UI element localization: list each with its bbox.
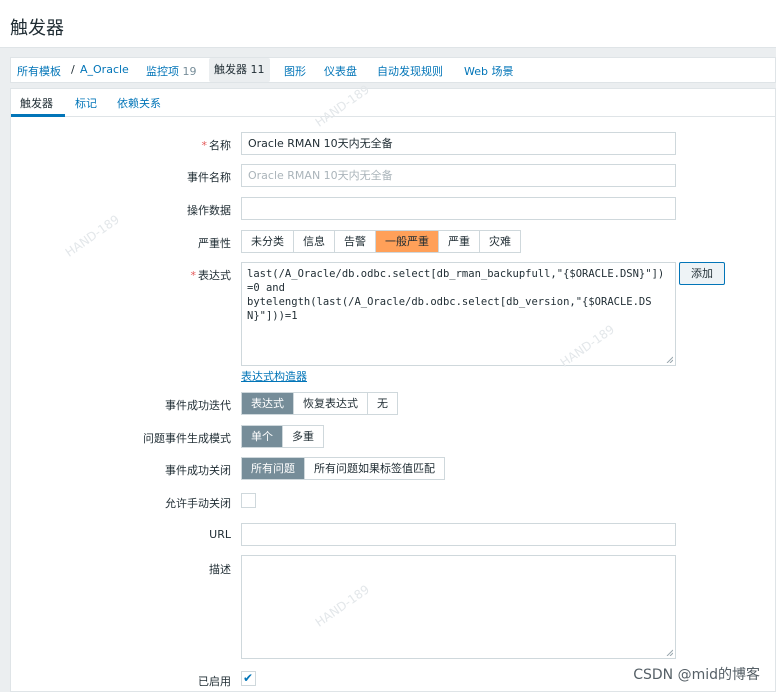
breadcrumb-discovery[interactable]: 自动发现规则: [377, 63, 443, 79]
breadcrumb: 所有模板 / A_Oracle 监控项 19 触发器 11 图形 仪表盘 自动发…: [10, 57, 776, 83]
expression-constructor-link[interactable]: 表达式构造器: [241, 368, 307, 384]
ok-event-selector: 表达式 恢复表达式 无: [241, 392, 398, 415]
problem-mode-multiple[interactable]: 多重: [283, 426, 323, 447]
page-header: 触发器: [0, 0, 776, 48]
manual-close-label: 允许手动关闭: [165, 497, 231, 510]
ok-event-recovery-expression[interactable]: 恢复表达式: [294, 393, 368, 414]
event-name-input[interactable]: Oracle RMAN 10天内无全备: [241, 164, 676, 187]
breadcrumb-items[interactable]: 监控项 19: [146, 63, 197, 79]
active-tab-indicator: [11, 114, 65, 117]
ok-event-expression[interactable]: 表达式: [242, 393, 294, 414]
breadcrumb-host[interactable]: A_Oracle: [80, 63, 129, 76]
tab-trigger[interactable]: 触发器: [20, 95, 53, 111]
name-input[interactable]: Oracle RMAN 10天内无全备: [241, 132, 676, 155]
tab-tags[interactable]: 标记: [75, 95, 97, 111]
trigger-form: 触发器 标记 依赖关系 * 名称 Oracle RMAN 10天内无全备 事件名称…: [10, 82, 776, 692]
breadcrumb-triggers-count: 11: [250, 63, 265, 76]
severity-high[interactable]: 严重: [439, 231, 480, 252]
operational-data-input[interactable]: [241, 197, 676, 220]
url-input[interactable]: [241, 523, 676, 546]
expression-label: * 表达式: [190, 269, 232, 282]
url-label: URL: [209, 528, 231, 541]
resize-grip-icon[interactable]: [665, 648, 673, 656]
severity-warning[interactable]: 告警: [335, 231, 376, 252]
ok-event-none[interactable]: 无: [368, 393, 397, 414]
description-label: 描述: [209, 563, 231, 576]
event-name-label: 事件名称: [187, 171, 231, 184]
breadcrumb-web-scenarios[interactable]: Web 场景: [464, 63, 513, 79]
tab-dependencies[interactable]: 依赖关系: [117, 95, 161, 111]
add-expression-button[interactable]: 添加: [679, 262, 725, 285]
name-label: * 名称: [201, 139, 232, 152]
csdn-watermark: CSDN @mid的博客: [633, 667, 760, 683]
required-marker: *: [201, 139, 208, 152]
form-tabs: 触发器 标记 依赖关系: [11, 89, 776, 117]
enabled-label: 已启用: [198, 675, 231, 688]
ok-close-label: 事件成功关闭: [165, 464, 231, 477]
severity-label: 严重性: [198, 237, 231, 250]
resize-grip-icon[interactable]: [665, 355, 673, 363]
ok-close-selector: 所有问题 所有问题如果标签值匹配: [241, 457, 445, 480]
severity-average[interactable]: 一般严重: [376, 231, 439, 252]
breadcrumb-items-label: 监控项: [146, 65, 179, 78]
problem-mode-single[interactable]: 单个: [242, 426, 283, 447]
breadcrumb-items-count: 19: [182, 65, 197, 78]
ok-event-label: 事件成功迭代: [165, 399, 231, 412]
severity-information[interactable]: 信息: [294, 231, 335, 252]
manual-close-checkbox[interactable]: [241, 493, 256, 508]
description-textarea[interactable]: [241, 555, 676, 659]
checkmark-icon: ✔: [243, 671, 254, 685]
ok-close-all-problems[interactable]: 所有问题: [242, 458, 305, 479]
expression-textarea[interactable]: last(/A_Oracle/db.odbc.select[db_rman_ba…: [241, 262, 676, 366]
enabled-checkbox[interactable]: ✔: [241, 671, 256, 686]
breadcrumb-all-templates[interactable]: 所有模板: [17, 63, 61, 79]
breadcrumb-graphs[interactable]: 图形: [284, 63, 306, 79]
severity-selector: 未分类 信息 告警 一般严重 严重 灾难: [241, 230, 521, 253]
ok-close-tag-match[interactable]: 所有问题如果标签值匹配: [305, 458, 444, 479]
operational-data-label: 操作数据: [187, 204, 231, 217]
breadcrumb-triggers-label: 触发器: [214, 63, 247, 76]
breadcrumb-dashboards[interactable]: 仪表盘: [324, 63, 357, 79]
page-title: 触发器: [10, 18, 64, 39]
problem-mode-label: 问题事件生成模式: [143, 432, 231, 445]
required-marker: *: [190, 269, 197, 282]
breadcrumb-separator: /: [71, 63, 75, 76]
severity-not-classified[interactable]: 未分类: [242, 231, 294, 252]
severity-disaster[interactable]: 灾难: [480, 231, 520, 252]
problem-mode-selector: 单个 多重: [241, 425, 324, 448]
breadcrumb-triggers[interactable]: 触发器 11: [209, 58, 270, 82]
expression-text: last(/A_Oracle/db.odbc.select[db_rman_ba…: [247, 268, 665, 322]
